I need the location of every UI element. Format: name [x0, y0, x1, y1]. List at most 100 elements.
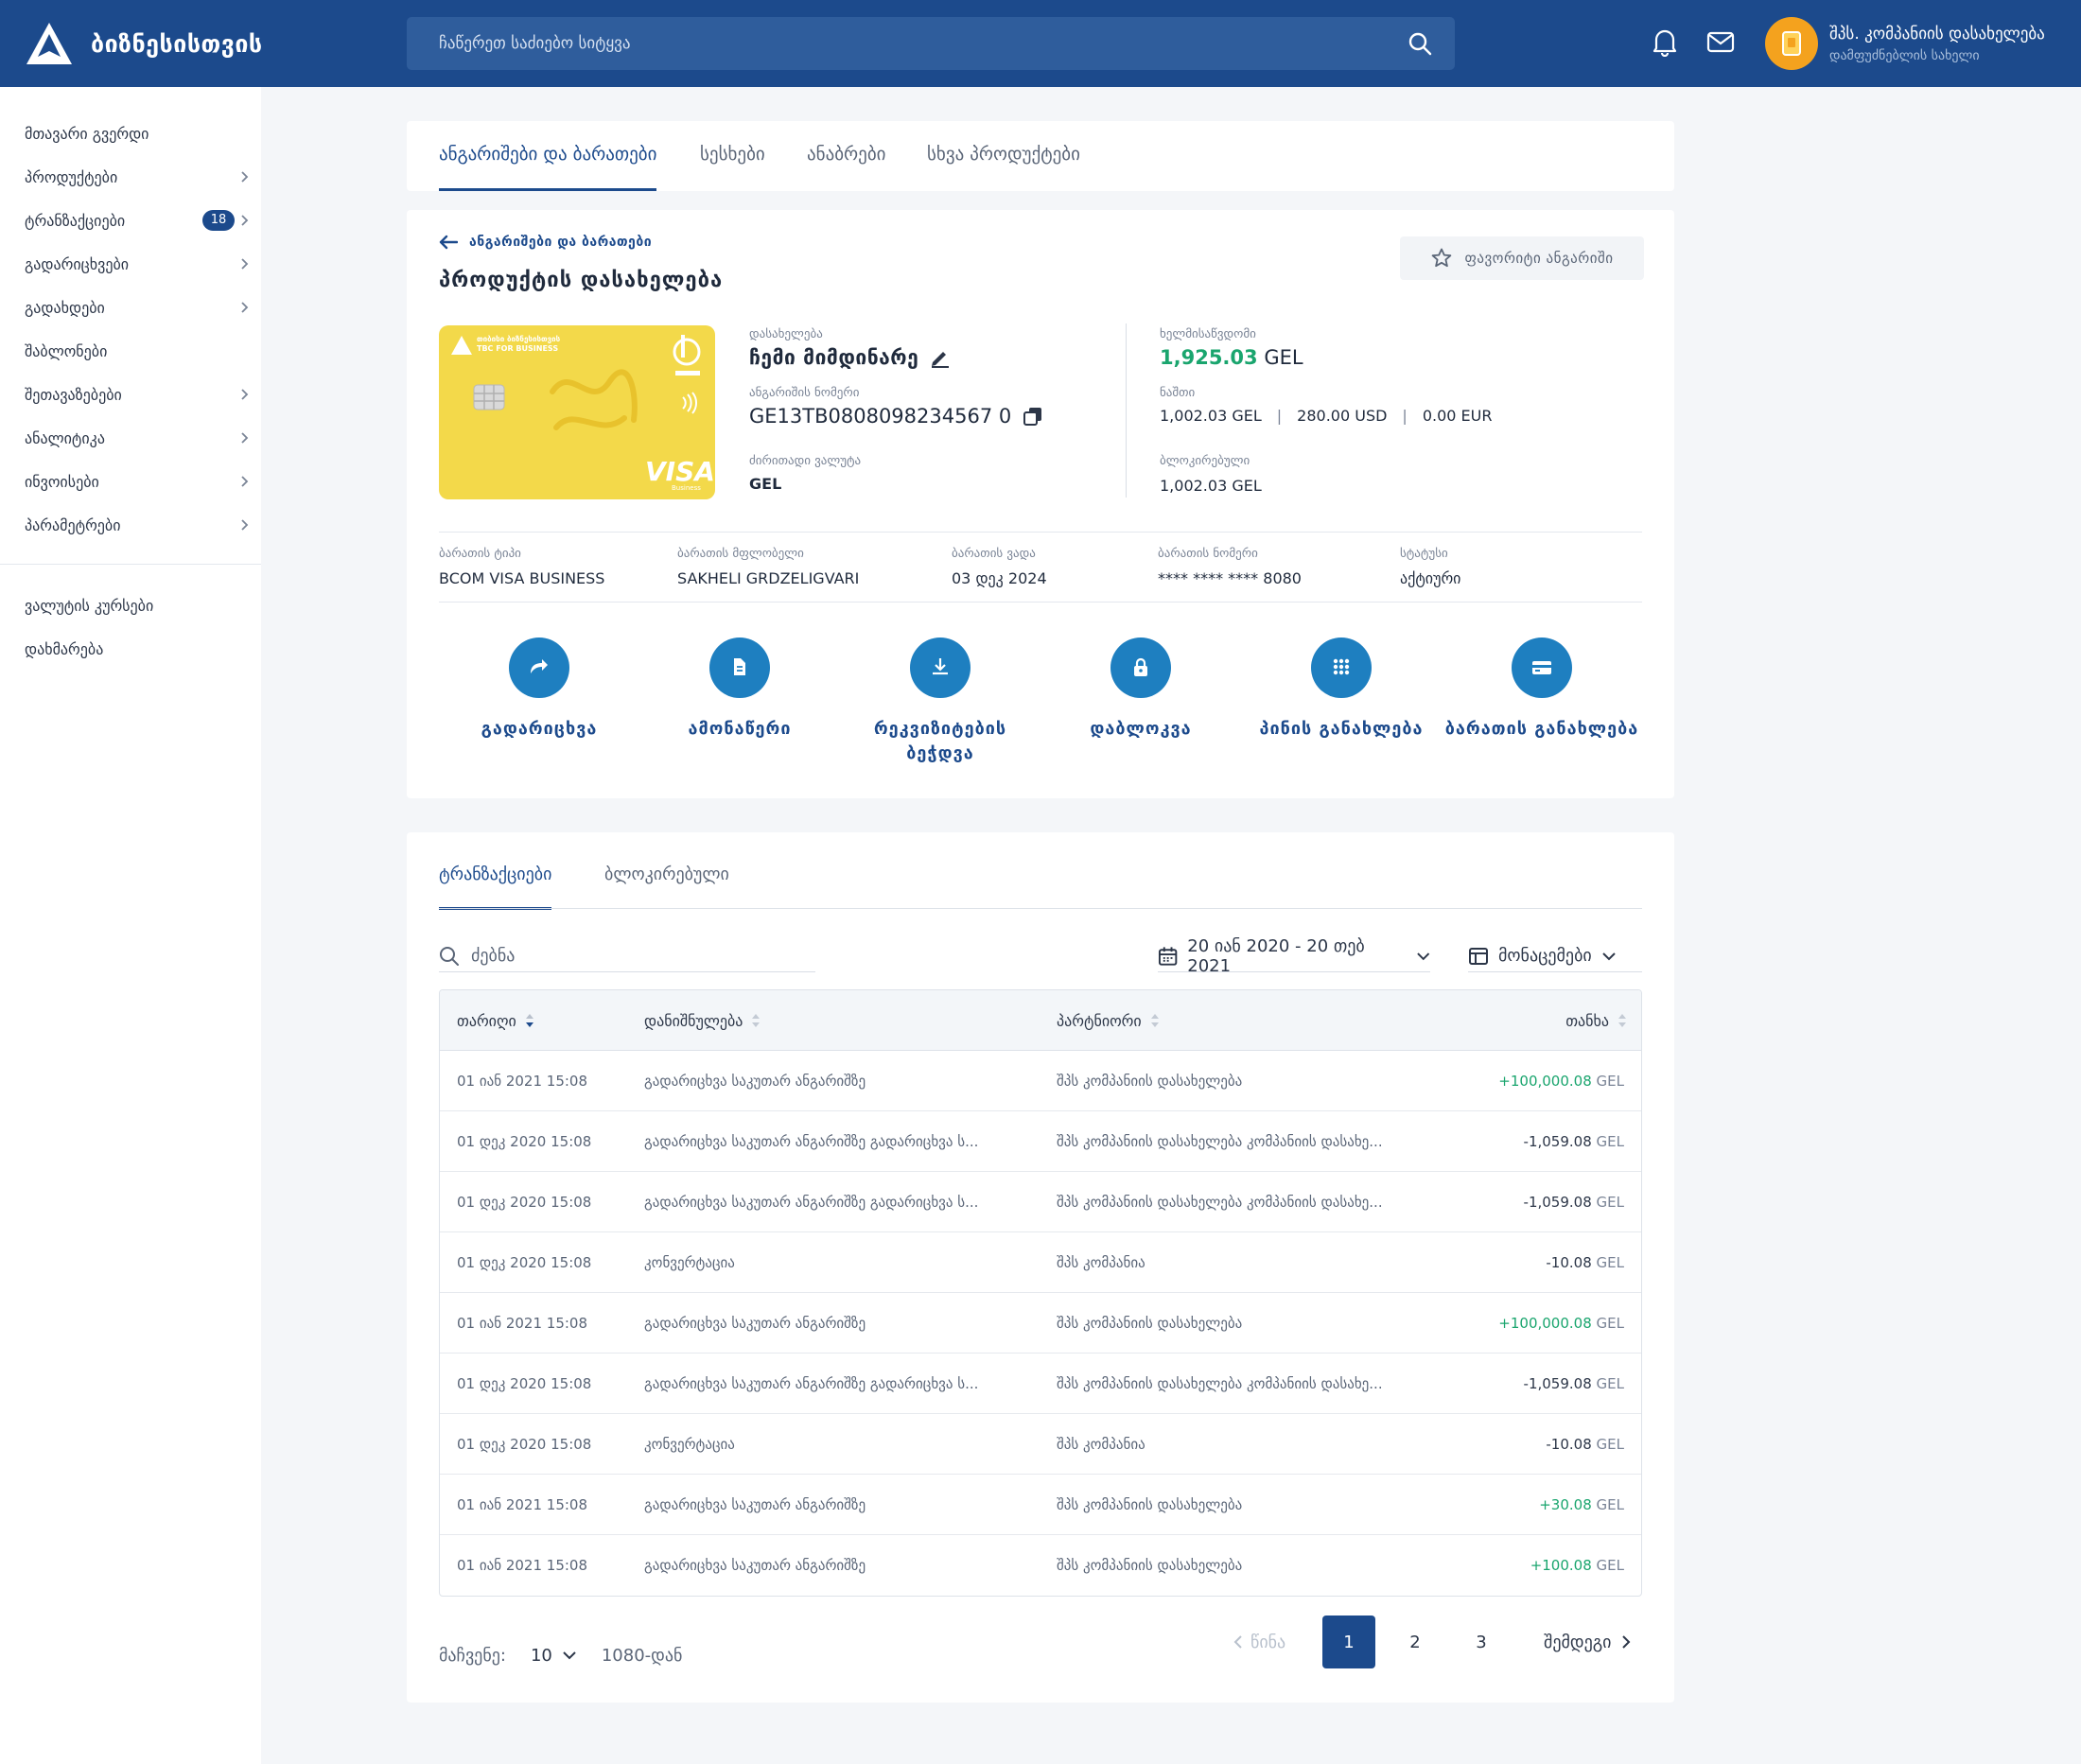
sidebar-item[interactable]: ვალუტის კურსები [0, 584, 261, 627]
table-row[interactable]: 01 იან 2021 15:08 გადარიცხვა საკუთარ ანგა… [440, 1293, 1641, 1354]
user-menu[interactable]: შპს. კომპანიის დასახელება დამფუძნებლის ს… [1765, 17, 2045, 70]
brand[interactable]: ბიზნესისთვის [25, 19, 263, 68]
sidebar-item-label: მთავარი გვერდი [25, 124, 149, 143]
product-detail-card: ანგარიშები და ბარათები პროდუქტის დასახელ… [407, 210, 1674, 798]
card-actions: გადარიცხვა ამონაწერი რეკვიზიტების ბეჭდვა და… [439, 637, 1642, 766]
transaction-search-input[interactable]: ძებნა [471, 946, 515, 966]
card-action-circle[interactable] [910, 637, 971, 698]
next-page-label: შემდეგი [1544, 1632, 1612, 1652]
columns-selector-label: მონაცემები [1498, 946, 1592, 966]
card-action-circle[interactable] [509, 637, 569, 698]
card-action-circle[interactable] [709, 637, 770, 698]
row-date: 01 იან 2021 15:08 [457, 1315, 588, 1332]
table-body: 01 იან 2021 15:08 გადარიცხვა საკუთარ ანგა… [440, 1051, 1641, 1596]
table-row[interactable]: 01 დეკ 2020 15:08 კონვერტაცია შპს კომპანია… [440, 1232, 1641, 1293]
page-number-button[interactable]: 3 [1455, 1616, 1508, 1668]
table-row[interactable]: 01 დეკ 2020 15:08 გადარიცხვა საკუთარ ანგა… [440, 1111, 1641, 1172]
card-info-value: **** **** **** 8080 [1158, 569, 1302, 587]
card-action-button[interactable]: რეკვიზიტების ბეჭდვა [840, 637, 1040, 766]
sidebar-item[interactable]: შეთავაზებები [0, 373, 261, 416]
card-info-value: აქტიური [1400, 569, 1461, 587]
sidebar-item-label: ვალუტის კურსები [25, 596, 154, 615]
card-action-button[interactable]: ამონაწერი [639, 637, 840, 766]
account-name-label: დასახელება [749, 327, 823, 341]
page-number-button[interactable]: 1 [1322, 1616, 1375, 1668]
search-icon[interactable] [1408, 31, 1432, 56]
sidebar-item[interactable]: გადახდები [0, 286, 261, 329]
column-header-partner[interactable]: პარტნიორი [1057, 990, 1161, 1051]
sidebar: მთავარი გვერდი პროდუქტები ტრანზაქციები 18 გა… [0, 87, 261, 1764]
column-header-amount-label: თანხა [1565, 1011, 1609, 1030]
card-action-button[interactable]: ბარათის განახლება [1442, 637, 1642, 766]
row-amount-value: -1,059.08 [1523, 1375, 1592, 1392]
table-row[interactable]: 01 დეკ 2020 15:08 გადარიცხვა საკუთარ ანგა… [440, 1172, 1641, 1232]
sort-icon [752, 1014, 761, 1027]
sidebar-item[interactable]: ინვოისები [0, 460, 261, 503]
next-page-button[interactable]: შემდეგი [1544, 1633, 1631, 1652]
page-size-select[interactable]: 10 [531, 1646, 577, 1666]
sidebar-item[interactable]: პროდუქტები [0, 155, 261, 199]
copy-icon[interactable] [1023, 406, 1043, 427]
sidebar-item[interactable]: შაბლონები [0, 329, 261, 373]
card-action-button[interactable]: პინის განახლება [1241, 637, 1442, 766]
card-action-button[interactable]: დაბლოკვა [1040, 637, 1241, 766]
column-header-purpose[interactable]: დანიშნულება [644, 990, 761, 1051]
mail-icon[interactable] [1705, 26, 1736, 57]
row-amount: -10.08 GEL [1546, 1232, 1624, 1293]
pagination: წინა 123 შემდეგი [1233, 1616, 1631, 1668]
tab-blocked[interactable]: ბლოკირებული [604, 865, 729, 910]
card-action-circle[interactable] [1311, 637, 1372, 698]
card-icon [1532, 661, 1551, 674]
back-link[interactable]: ანგარიშები და ბარათები [439, 235, 652, 250]
tab-accounts-and-cards[interactable]: ანგარიშები და ბარათები [439, 121, 657, 191]
sidebar-item-label: პარამეტრები [25, 515, 121, 534]
transaction-search[interactable]: ძებნა [439, 940, 815, 972]
row-amount-currency: GEL [1596, 1557, 1624, 1574]
company-icon [1782, 31, 1801, 56]
card-action-button[interactable]: გადარიცხვა [439, 637, 639, 766]
date-range-picker[interactable]: 20 იან 2020 - 20 თებ 2021 [1158, 936, 1430, 976]
bell-icon[interactable] [1651, 26, 1679, 57]
available-label: ხელმისაწვდომი [1160, 327, 1256, 341]
sidebar-item[interactable]: ანალიტიკა [0, 416, 261, 460]
row-partner: შპს კომპანიის დასახელება კომპანიის დასახ… [1057, 1133, 1383, 1150]
column-header-purpose-label: დანიშნულება [644, 1011, 743, 1030]
page-number-button[interactable]: 2 [1389, 1616, 1442, 1668]
sidebar-item[interactable]: გადარიცხვები [0, 242, 261, 286]
sidebar-item[interactable]: ტრანზაქციები 18 [0, 199, 261, 242]
edit-icon[interactable] [930, 347, 951, 368]
column-header-amount[interactable]: თანხა [1565, 990, 1628, 1051]
column-header-partner-label: პარტნიორი [1057, 1011, 1142, 1030]
table-row[interactable]: 01 დეკ 2020 15:08 გადარიცხვა საკუთარ ანგა… [440, 1354, 1641, 1414]
row-partner: შპს კომპანია [1057, 1436, 1145, 1453]
table-row[interactable]: 01 იან 2021 15:08 გადარიცხვა საკუთარ ანგა… [440, 1535, 1641, 1596]
card-info-value: BCOM VISA BUSINESS [439, 569, 605, 587]
card-action-circle[interactable] [1512, 637, 1572, 698]
search-input[interactable]: ჩაწერეთ საძიებო სიტყვა [439, 34, 1408, 53]
table-row[interactable]: 01 დეკ 2020 15:08 კონვერტაცია შპს კომპანია… [440, 1414, 1641, 1475]
sidebar-item[interactable]: პარამეტრები [0, 503, 261, 547]
card-bank-name-ka: თიბისი ბიზნესისთვის [477, 335, 561, 343]
row-date: 01 იან 2021 15:08 [457, 1557, 588, 1574]
tab-other-products[interactable]: სხვა პროდუქტები [927, 121, 1080, 191]
previous-page-button[interactable]: წინა [1233, 1633, 1322, 1652]
row-partner: შპს კომპანია [1057, 1254, 1145, 1271]
sidebar-item[interactable]: დახმარება [0, 627, 261, 671]
bank-card-image[interactable]: თიბისი ბიზნესისთვის TBC FOR BUSINESS VIS… [439, 325, 715, 499]
row-purpose: გადარიცხვა საკუთარ ანგარიშზე გადარიცხვა … [644, 1194, 979, 1211]
tab-deposits[interactable]: ანაბრები [807, 121, 886, 191]
tab-transactions[interactable]: ტრანზაქციები [439, 865, 552, 910]
search-icon [440, 946, 459, 966]
card-action-circle[interactable] [1110, 637, 1171, 698]
tab-loans[interactable]: სესხები [700, 121, 765, 191]
columns-selector[interactable]: მონაცემები [1468, 940, 1642, 972]
table-row[interactable]: 01 იან 2021 15:08 გადარიცხვა საკუთარ ანგა… [440, 1475, 1641, 1535]
column-header-date[interactable]: თარიღი [457, 990, 535, 1051]
logo-icon [26, 23, 72, 64]
sidebar-item[interactable]: მთავარი გვერდი [0, 112, 261, 155]
arrow-left-icon [439, 235, 458, 250]
favorite-account-button[interactable]: ფავორიტი ანგარიში [1400, 236, 1644, 280]
avatar[interactable] [1765, 17, 1818, 70]
search-bar[interactable]: ჩაწერეთ საძიებო სიტყვა [407, 17, 1455, 70]
table-row[interactable]: 01 იან 2021 15:08 გადარიცხვა საკუთარ ანგა… [440, 1051, 1641, 1111]
